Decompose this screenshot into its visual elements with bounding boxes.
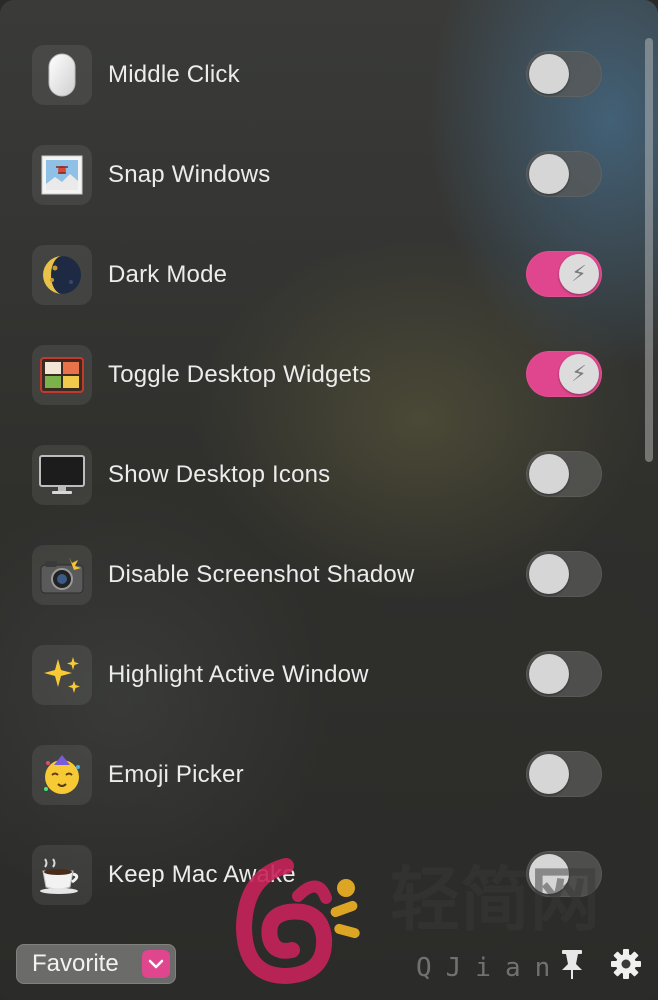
toggle-switch[interactable]: ⚡︎ (526, 351, 602, 397)
item-label: Snap Windows (108, 161, 271, 188)
pin-icon[interactable] (558, 948, 586, 980)
list-item-snap-windows: Snap Windows (0, 130, 620, 230)
toggle-knob (529, 454, 569, 494)
moon-icon (32, 245, 92, 305)
toggle-knob (529, 54, 569, 94)
item-label: Show Desktop Icons (108, 461, 331, 488)
toggle-knob: ⚡︎ (559, 354, 599, 394)
quick-toggles-panel: Middle Click Snap Windows Dark Mode ⚡︎ T… (0, 0, 658, 1000)
watermark-text: 轻简网 (390, 859, 600, 941)
camera-flash-icon (32, 545, 92, 605)
monitor-icon (32, 445, 92, 505)
coffee-icon (32, 845, 92, 905)
bolt-icon: ⚡︎ (571, 261, 587, 286)
bolt-icon: ⚡︎ (571, 361, 587, 386)
list-item-disable-screenshot-shadow: Disable Screenshot Shadow (0, 530, 620, 630)
list-item-dark-mode: Dark Mode ⚡︎ (0, 230, 620, 330)
toggle-switch[interactable] (526, 551, 602, 597)
favorite-dropdown[interactable]: Favorite (16, 944, 176, 984)
scrollbar[interactable] (645, 38, 653, 462)
party-face-icon (32, 745, 92, 805)
item-label: Middle Click (108, 61, 240, 88)
item-label: Emoji Picker (108, 761, 244, 788)
snap-windows-icon (32, 145, 92, 205)
watermark-subtext: QJian (416, 953, 564, 983)
watermark-logo: 轻简网 QJian (235, 858, 600, 985)
gear-icon[interactable] (610, 948, 642, 980)
toggle-knob: ⚡︎ (559, 254, 599, 294)
toggle-knob (529, 154, 569, 194)
toggle-switch[interactable] (526, 151, 602, 197)
list-item-toggle-desktop-widgets: Toggle Desktop Widgets ⚡︎ (0, 330, 620, 430)
list-item-highlight-active-window: Highlight Active Window (0, 630, 620, 730)
list-item-middle-click: Middle Click (0, 30, 620, 130)
toggle-switch[interactable] (526, 451, 602, 497)
toggle-switch[interactable] (526, 751, 602, 797)
toggle-knob (529, 754, 569, 794)
list-item-show-desktop-icons: Show Desktop Icons (0, 430, 620, 530)
list-item-emoji-picker: Emoji Picker (0, 730, 620, 830)
bento-box-icon (32, 345, 92, 405)
toggle-knob (529, 554, 569, 594)
sparkles-icon (32, 645, 92, 705)
item-label: Toggle Desktop Widgets (108, 361, 372, 388)
toggle-knob (529, 654, 569, 694)
item-label: Disable Screenshot Shadow (108, 561, 415, 588)
chevron-down-icon (142, 950, 170, 978)
item-label: Highlight Active Window (108, 661, 369, 688)
toggle-switch[interactable] (526, 51, 602, 97)
toggle-switch[interactable]: ⚡︎ (526, 251, 602, 297)
item-label: Dark Mode (108, 261, 228, 288)
mouse-icon (32, 45, 92, 105)
favorite-label: Favorite (32, 950, 119, 977)
toggle-switch[interactable] (526, 651, 602, 697)
